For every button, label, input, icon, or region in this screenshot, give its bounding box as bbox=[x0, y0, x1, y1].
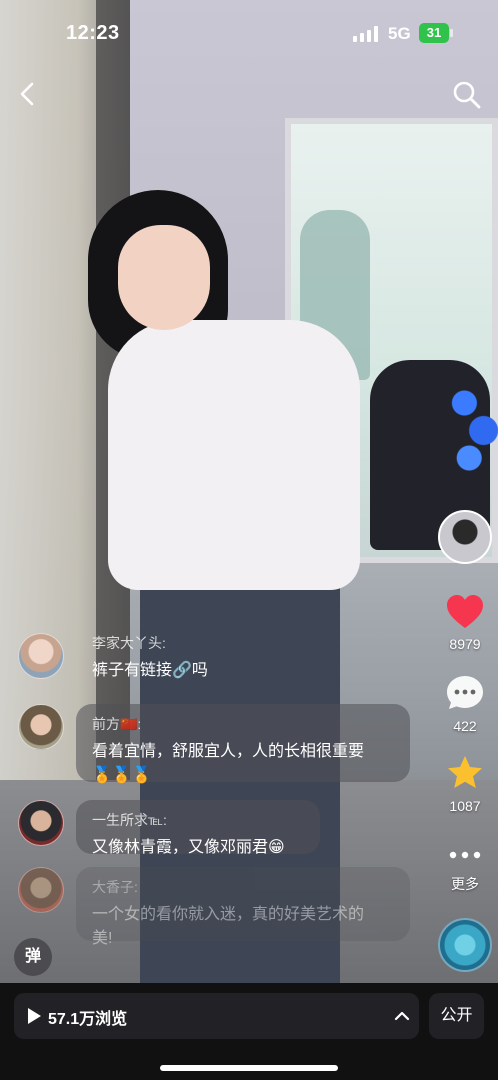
more-dots-icon bbox=[449, 851, 481, 859]
chevron-up-icon bbox=[394, 1011, 410, 1021]
battery-level: 31 bbox=[419, 23, 449, 43]
commenter-avatar[interactable] bbox=[18, 867, 64, 913]
person-face bbox=[118, 225, 210, 330]
comment-bubble: 前方🇨🇳: 看着宜情，舒服宜人，人的长相很重要 🏅🏅🏅 bbox=[76, 704, 410, 784]
status-bar: 12:23 5G 31 bbox=[0, 0, 498, 70]
comment-button[interactable]: 422 bbox=[436, 674, 494, 734]
comment-username: 一生所求℡: bbox=[92, 812, 167, 828]
comment-bubble: 大香子: 一个女的看你就入迷，真的好美艺术的 美! bbox=[76, 867, 410, 947]
comment-text: 看着宜情，舒服宜人，人的长相很重要 bbox=[92, 743, 365, 760]
home-indicator bbox=[160, 1065, 338, 1071]
danmu-toggle-button[interactable]: 弹 bbox=[14, 938, 52, 976]
bottom-bar: 57.1万浏览 公开 bbox=[0, 983, 498, 1080]
visibility-public-button[interactable]: 公开 bbox=[429, 993, 484, 1039]
comment-text-medals: 🏅🏅🏅 bbox=[92, 767, 152, 784]
comment-text-continued: 美! bbox=[92, 930, 113, 947]
like-button[interactable]: 8979 bbox=[436, 594, 494, 652]
views-button[interactable]: 57.1万浏览 bbox=[14, 993, 419, 1039]
like-count: 8979 bbox=[449, 636, 481, 652]
favorite-button[interactable]: 1087 bbox=[436, 754, 494, 814]
comment-username: 李家大丫头: bbox=[92, 635, 166, 651]
network-type: 5G bbox=[388, 24, 411, 43]
search-button[interactable] bbox=[450, 78, 484, 112]
battery-icon: 31 bbox=[419, 23, 453, 43]
comment-bubble: 李家大丫头: 裤子有链接🔗吗 bbox=[76, 633, 226, 685]
commenter-avatar[interactable] bbox=[18, 704, 64, 750]
chevron-left-icon bbox=[20, 82, 34, 106]
comment-bubble-icon bbox=[447, 676, 483, 709]
comment-text: 裤子有链接🔗吗 bbox=[92, 662, 208, 679]
star-icon bbox=[448, 756, 482, 788]
comment-username: 前方🇨🇳: bbox=[92, 716, 142, 732]
heart-icon bbox=[447, 595, 483, 628]
commenter-avatar[interactable] bbox=[18, 800, 64, 846]
status-time: 12:23 bbox=[66, 22, 120, 44]
comment-username: 大香子: bbox=[92, 879, 138, 895]
more-label: 更多 bbox=[451, 876, 479, 892]
comment-text: 一个女的看你就入迷，真的好美艺术的 bbox=[92, 906, 365, 923]
favorite-count: 1087 bbox=[449, 798, 481, 814]
person-shirt bbox=[108, 320, 360, 590]
play-icon bbox=[28, 1008, 41, 1024]
signal-icon bbox=[353, 26, 379, 42]
more-button[interactable]: 更多 bbox=[436, 848, 494, 894]
background-flowers bbox=[450, 370, 498, 480]
back-button[interactable] bbox=[12, 78, 44, 110]
comment-bubble: 一生所求℡: 又像林青霞，又像邓丽君😁 bbox=[76, 800, 320, 856]
commenter-avatar[interactable] bbox=[18, 633, 64, 679]
music-disc-icon[interactable] bbox=[438, 918, 492, 972]
comment-count: 422 bbox=[453, 718, 477, 734]
search-icon bbox=[453, 81, 481, 109]
comment-text: 又像林青霞，又像邓丽君😁 bbox=[92, 839, 285, 856]
creator-avatar[interactable] bbox=[438, 510, 492, 564]
views-count: 57.1万浏览 bbox=[48, 1011, 128, 1028]
